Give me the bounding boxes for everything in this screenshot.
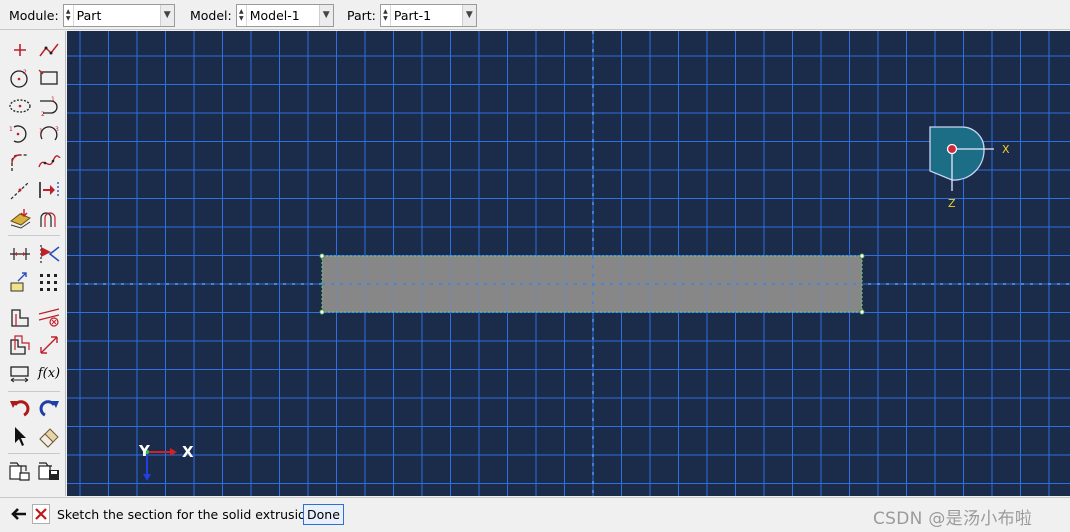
svg-text:1: 1: [39, 128, 43, 135]
edit-dimension-icon[interactable]: [36, 242, 62, 266]
linear-pattern-icon[interactable]: [36, 270, 62, 294]
module-combobox[interactable]: ▲ ▼ Part ▼: [62, 3, 175, 27]
watermark: CSDN @是汤小布啦: [873, 509, 1033, 529]
create-rectangle-icon[interactable]: [36, 66, 62, 90]
module-value: Part: [76, 7, 102, 23]
create-arc-tangent-icon[interactable]: 12: [36, 94, 62, 118]
model-value: Model-1: [249, 7, 300, 23]
svg-text:2: 2: [23, 69, 27, 76]
done-button[interactable]: Done: [303, 504, 344, 525]
triad-x-label: X: [1002, 143, 1010, 156]
fx-parameter-icon[interactable]: f(x): [36, 361, 62, 385]
profile-vertex[interactable]: [859, 309, 865, 315]
sketch-overlay: X Z Y X: [67, 31, 1070, 496]
part-combobox[interactable]: ▲ ▼ Part-1 ▼: [379, 3, 477, 27]
model-spin-arrows[interactable]: ▲ ▼: [237, 4, 247, 26]
add-constraint-icon[interactable]: [36, 178, 62, 202]
prompt-bar: Sketch the section for the solid extrusi…: [0, 497, 1070, 532]
triad-z-label: Z: [948, 197, 956, 210]
create-construction-line-icon[interactable]: [7, 178, 33, 202]
eraser-icon[interactable]: [36, 424, 62, 448]
create-lines-connected-icon[interactable]: [36, 38, 62, 62]
parameter-manager-icon[interactable]: [7, 361, 33, 385]
axis-y-label: Y: [138, 442, 151, 460]
svg-text:2: 2: [41, 111, 45, 118]
move-vertex-icon[interactable]: [36, 333, 62, 357]
profile-vertex[interactable]: [859, 253, 865, 259]
fillet-trim-icon[interactable]: [36, 305, 62, 329]
prompt-message: Sketch the section for the solid extrusi…: [57, 507, 314, 522]
model-selector: Model: ▲ ▼ Model-1 ▼: [190, 3, 334, 27]
part-spin-arrows[interactable]: ▲ ▼: [381, 4, 391, 26]
close-icon: [35, 508, 47, 520]
open-sketch-icon[interactable]: [7, 458, 33, 482]
model-combobox[interactable]: ▲ ▼ Model-1 ▼: [235, 3, 334, 27]
svg-text:1: 1: [9, 126, 13, 133]
global-axis-indicator: Y X: [138, 442, 194, 481]
module-selector: Module: ▲ ▼ Part ▼: [9, 3, 175, 27]
sketch-viewport[interactable]: X Z Y X: [67, 31, 1070, 496]
back-arrow-icon: [11, 508, 26, 520]
toolbox-separator: [8, 235, 60, 236]
part-selector: Part: ▲ ▼ Part-1 ▼: [347, 3, 477, 27]
sketch-toolbox: 2 12 1 13 f(x): [0, 31, 66, 496]
undo-icon[interactable]: [7, 396, 33, 420]
create-arc-three-points-icon[interactable]: 13: [36, 122, 62, 146]
profile-vertex[interactable]: [319, 253, 325, 259]
split-icon[interactable]: [7, 305, 33, 329]
toolbox-separator: [8, 453, 60, 454]
cancel-procedure-button[interactable]: [32, 504, 50, 524]
sketch-profile-rectangle[interactable]: [319, 253, 865, 315]
profile-vertex[interactable]: [319, 309, 325, 315]
module-spin-arrows[interactable]: ▲ ▼: [64, 4, 74, 26]
part-dropdown-arrow[interactable]: ▼: [461, 4, 476, 26]
copy-icon[interactable]: [7, 333, 33, 357]
offset-curves-icon[interactable]: [36, 206, 62, 230]
module-label: Module:: [9, 7, 59, 23]
select-pointer-icon[interactable]: [7, 424, 33, 448]
part-label: Part:: [347, 7, 376, 23]
previous-step-button[interactable]: [10, 504, 28, 524]
redo-icon[interactable]: [36, 396, 62, 420]
model-dropdown-arrow[interactable]: ▼: [318, 4, 333, 26]
fx-label: f(x): [37, 365, 61, 381]
model-label: Model:: [190, 7, 232, 23]
create-ellipse-icon[interactable]: [7, 94, 33, 118]
context-bar: Module: ▲ ▼ Part ▼ Model: ▲ ▼ Model-1 ▼ Pa…: [0, 0, 1070, 30]
toolbox-separator: [8, 391, 60, 392]
create-spline-icon[interactable]: [36, 150, 62, 174]
create-circle-icon[interactable]: 2: [7, 66, 33, 90]
sketch-options-icon[interactable]: [7, 206, 33, 230]
svg-text:1: 1: [51, 96, 55, 103]
module-dropdown-arrow[interactable]: ▼: [159, 4, 174, 26]
dimension-icon[interactable]: [7, 242, 33, 266]
part-value: Part-1: [393, 7, 432, 23]
axis-x-label: X: [182, 443, 194, 461]
create-fillet-icon[interactable]: [7, 150, 33, 174]
sketch-plane-triad: X Z: [929, 126, 1010, 210]
create-isolated-point-icon[interactable]: [7, 38, 33, 62]
save-sketch-icon[interactable]: [36, 458, 62, 482]
create-arc-center-icon[interactable]: 1: [7, 122, 33, 146]
translate-icon[interactable]: [7, 270, 33, 294]
svg-text:3: 3: [55, 126, 59, 133]
